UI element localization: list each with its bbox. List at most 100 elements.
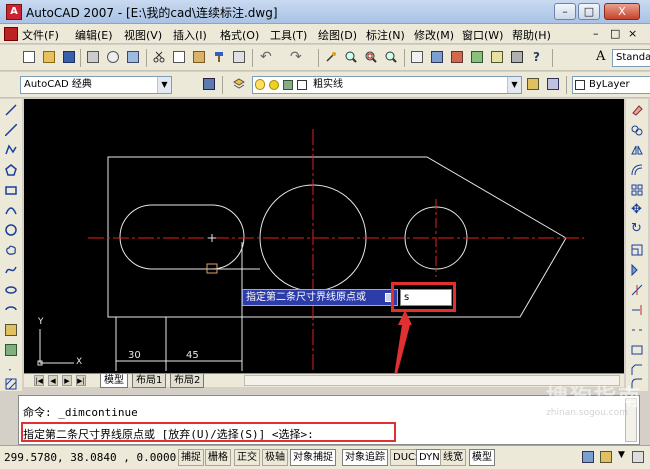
menu-modify[interactable]: 修改(M) <box>414 27 454 43</box>
save-button[interactable] <box>60 48 78 66</box>
construction-line-button[interactable] <box>2 121 20 139</box>
copy-object-button[interactable] <box>628 121 646 139</box>
undo-button[interactable]: ↶ <box>256 48 284 66</box>
design-center-button[interactable] <box>428 48 446 66</box>
erase-button[interactable] <box>628 101 646 119</box>
menu-edit[interactable]: 编辑(E) <box>75 27 113 43</box>
osnap-toggle[interactable]: 对象捕捉 <box>290 449 336 466</box>
polyline-button[interactable] <box>2 141 20 159</box>
chevron-down-icon[interactable]: ▼ <box>618 450 625 460</box>
hatch-button[interactable] <box>2 375 20 393</box>
rotate-button[interactable]: ↻ <box>628 221 646 239</box>
dyn-toggle[interactable]: DYN <box>416 449 443 466</box>
join-button[interactable] <box>628 341 646 359</box>
clean-screen-icon[interactable] <box>632 451 644 463</box>
extend-button[interactable] <box>628 301 646 319</box>
menu-file[interactable]: 文件(F) <box>22 27 59 43</box>
redo-button[interactable]: ↷ <box>286 48 314 66</box>
menu-window[interactable]: 窗口(W) <box>462 27 503 43</box>
ellipse-button[interactable] <box>2 281 20 299</box>
first-tab-button[interactable]: |◀ <box>34 375 44 386</box>
circle-button[interactable] <box>2 221 20 239</box>
open-file-button[interactable] <box>40 48 58 66</box>
revcloud-button[interactable] <box>2 241 20 259</box>
minimize-button[interactable]: – <box>554 3 576 20</box>
new-file-button[interactable] <box>20 48 38 66</box>
tray-settings-icon[interactable] <box>600 451 612 463</box>
array-button[interactable] <box>628 181 646 199</box>
trim-button[interactable] <box>628 281 646 299</box>
copy-button[interactable] <box>170 48 188 66</box>
workspace-combo[interactable]: AutoCAD 经典 ▼ <box>20 76 172 94</box>
publish-button[interactable] <box>124 48 142 66</box>
grid-toggle[interactable]: 栅格 <box>205 449 231 466</box>
break-button[interactable] <box>628 321 646 339</box>
markup-button[interactable] <box>488 48 506 66</box>
menu-tools[interactable]: 工具(T) <box>270 27 307 43</box>
layer-manager-button[interactable] <box>230 75 248 93</box>
offset-button[interactable] <box>628 161 646 179</box>
plot-button[interactable] <box>84 48 102 66</box>
polygon-button[interactable] <box>2 161 20 179</box>
make-block-button[interactable] <box>2 341 20 359</box>
text-style-button[interactable]: A <box>592 48 610 66</box>
menu-insert[interactable]: 插入(I) <box>173 27 207 43</box>
move-button[interactable]: ✥ <box>628 201 646 219</box>
insert-block-button[interactable] <box>2 321 20 339</box>
autocad-app-icon[interactable]: A <box>6 4 22 20</box>
preview-button[interactable] <box>104 48 122 66</box>
doc-restore-button[interactable]: □ <box>610 27 620 40</box>
maximize-button[interactable]: □ <box>578 3 600 20</box>
zoom-realtime-button[interactable] <box>342 48 360 66</box>
match-properties-button[interactable] <box>210 48 228 66</box>
tab-model[interactable]: 模型 <box>100 374 128 388</box>
document-icon[interactable] <box>4 27 18 41</box>
properties-button[interactable] <box>408 48 426 66</box>
doc-minimize-button[interactable]: – <box>593 27 599 40</box>
snap-toggle[interactable]: 捕捉 <box>178 449 204 466</box>
cut-button[interactable] <box>150 48 168 66</box>
close-button[interactable]: X <box>604 3 640 20</box>
tab-layout1[interactable]: 布局1 <box>132 374 167 388</box>
menu-view[interactable]: 视图(V) <box>124 27 162 43</box>
ortho-toggle[interactable]: 正交 <box>234 449 260 466</box>
scale-button[interactable] <box>628 241 646 259</box>
doc-close-button[interactable]: × <box>628 27 637 40</box>
zoom-window-button[interactable] <box>362 48 380 66</box>
ellipse-arc-button[interactable] <box>2 301 20 319</box>
polar-toggle[interactable]: 极轴 <box>262 449 288 466</box>
pan-button[interactable] <box>322 48 340 66</box>
zoom-previous-button[interactable] <box>382 48 400 66</box>
next-tab-button[interactable]: ▶ <box>62 375 72 386</box>
last-tab-button[interactable]: ▶| <box>76 375 86 386</box>
menu-dimension[interactable]: 标注(N) <box>366 27 405 43</box>
sheet-set-button[interactable] <box>468 48 486 66</box>
tool-palettes-button[interactable] <box>448 48 466 66</box>
rectangle-button[interactable] <box>2 181 20 199</box>
help-button[interactable]: ? <box>528 48 546 66</box>
stretch-button[interactable] <box>628 261 646 279</box>
block-editor-button[interactable] <box>230 48 248 66</box>
layer-previous-button[interactable] <box>544 75 562 93</box>
line-tool-button[interactable] <box>2 101 20 119</box>
paste-button[interactable] <box>190 48 208 66</box>
communication-center-icon[interactable] <box>582 451 594 463</box>
color-combo[interactable]: ByLayer <box>572 76 650 94</box>
text-style-combo[interactable]: Standa <box>612 49 650 67</box>
menu-help[interactable]: 帮助(H) <box>512 27 551 43</box>
mirror-button[interactable] <box>628 141 646 159</box>
tab-layout2[interactable]: 布局2 <box>170 374 205 388</box>
quickcalc-button[interactable] <box>508 48 526 66</box>
otrack-toggle[interactable]: 对象追踪 <box>342 449 388 466</box>
menu-format[interactable]: 格式(O) <box>220 27 259 43</box>
drawing-canvas[interactable]: 30 45 Y X <box>24 99 624 373</box>
menu-draw[interactable]: 绘图(D) <box>318 27 357 43</box>
arc-button[interactable] <box>2 201 20 219</box>
model-toggle[interactable]: 模型 <box>469 449 495 466</box>
prev-tab-button[interactable]: ◀ <box>48 375 58 386</box>
workspace-settings-button[interactable] <box>200 75 218 93</box>
dynamic-input-field[interactable]: s <box>400 289 452 306</box>
spline-button[interactable] <box>2 261 20 279</box>
lineweight-toggle[interactable]: 线宽 <box>440 449 466 466</box>
make-layer-current-button[interactable] <box>524 75 542 93</box>
